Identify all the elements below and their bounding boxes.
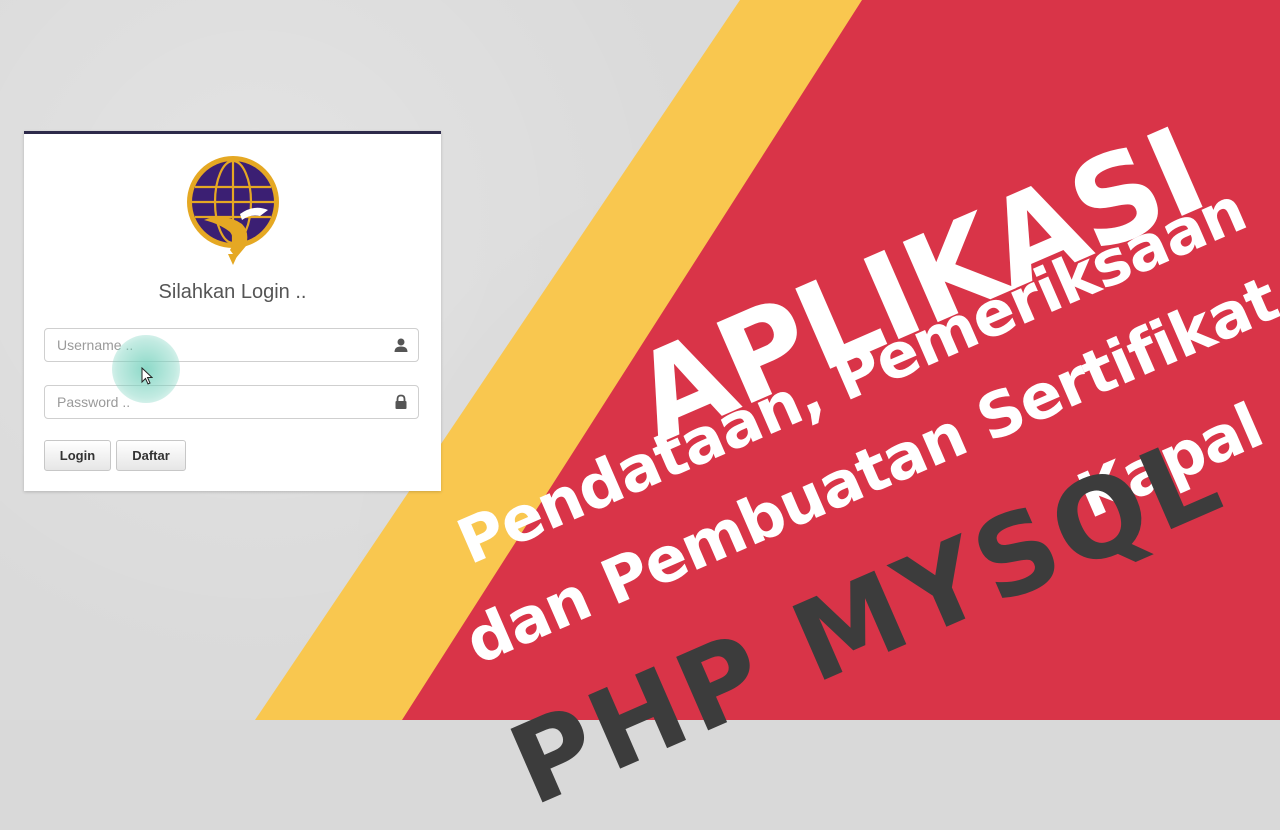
mouse-cursor-icon bbox=[141, 367, 153, 385]
username-input[interactable] bbox=[45, 329, 399, 361]
username-field[interactable] bbox=[44, 328, 419, 362]
user-icon bbox=[394, 338, 408, 352]
login-title: Silahkan Login .. bbox=[158, 281, 307, 303]
lock-icon bbox=[395, 394, 407, 409]
login-button[interactable]: Login bbox=[44, 440, 111, 471]
ministry-logo-icon bbox=[187, 156, 279, 265]
password-field[interactable] bbox=[44, 385, 419, 419]
password-input[interactable] bbox=[45, 386, 399, 418]
login-card: Silahkan Login .. Login Daftar bbox=[24, 131, 441, 491]
daftar-button[interactable]: Daftar bbox=[116, 440, 186, 471]
